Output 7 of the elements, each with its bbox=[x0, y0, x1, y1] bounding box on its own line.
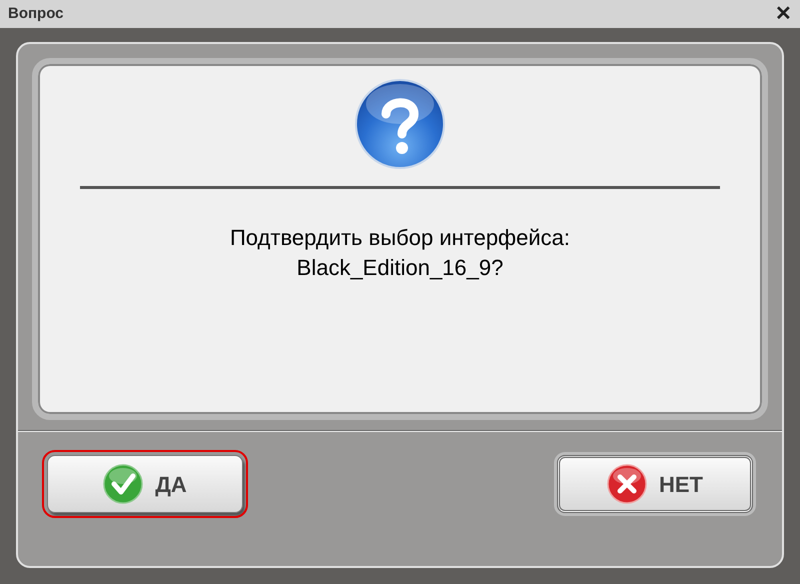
check-icon bbox=[103, 464, 144, 504]
no-button[interactable]: НЕТ bbox=[557, 455, 753, 513]
message-text: Подтвердить выбор интерфейса: Black_Edition_16_9? bbox=[230, 224, 570, 282]
window-title: Вопрос bbox=[8, 4, 64, 24]
question-icon bbox=[354, 78, 446, 170]
x-icon bbox=[607, 464, 647, 504]
close-button[interactable]: ✕ bbox=[775, 4, 792, 24]
